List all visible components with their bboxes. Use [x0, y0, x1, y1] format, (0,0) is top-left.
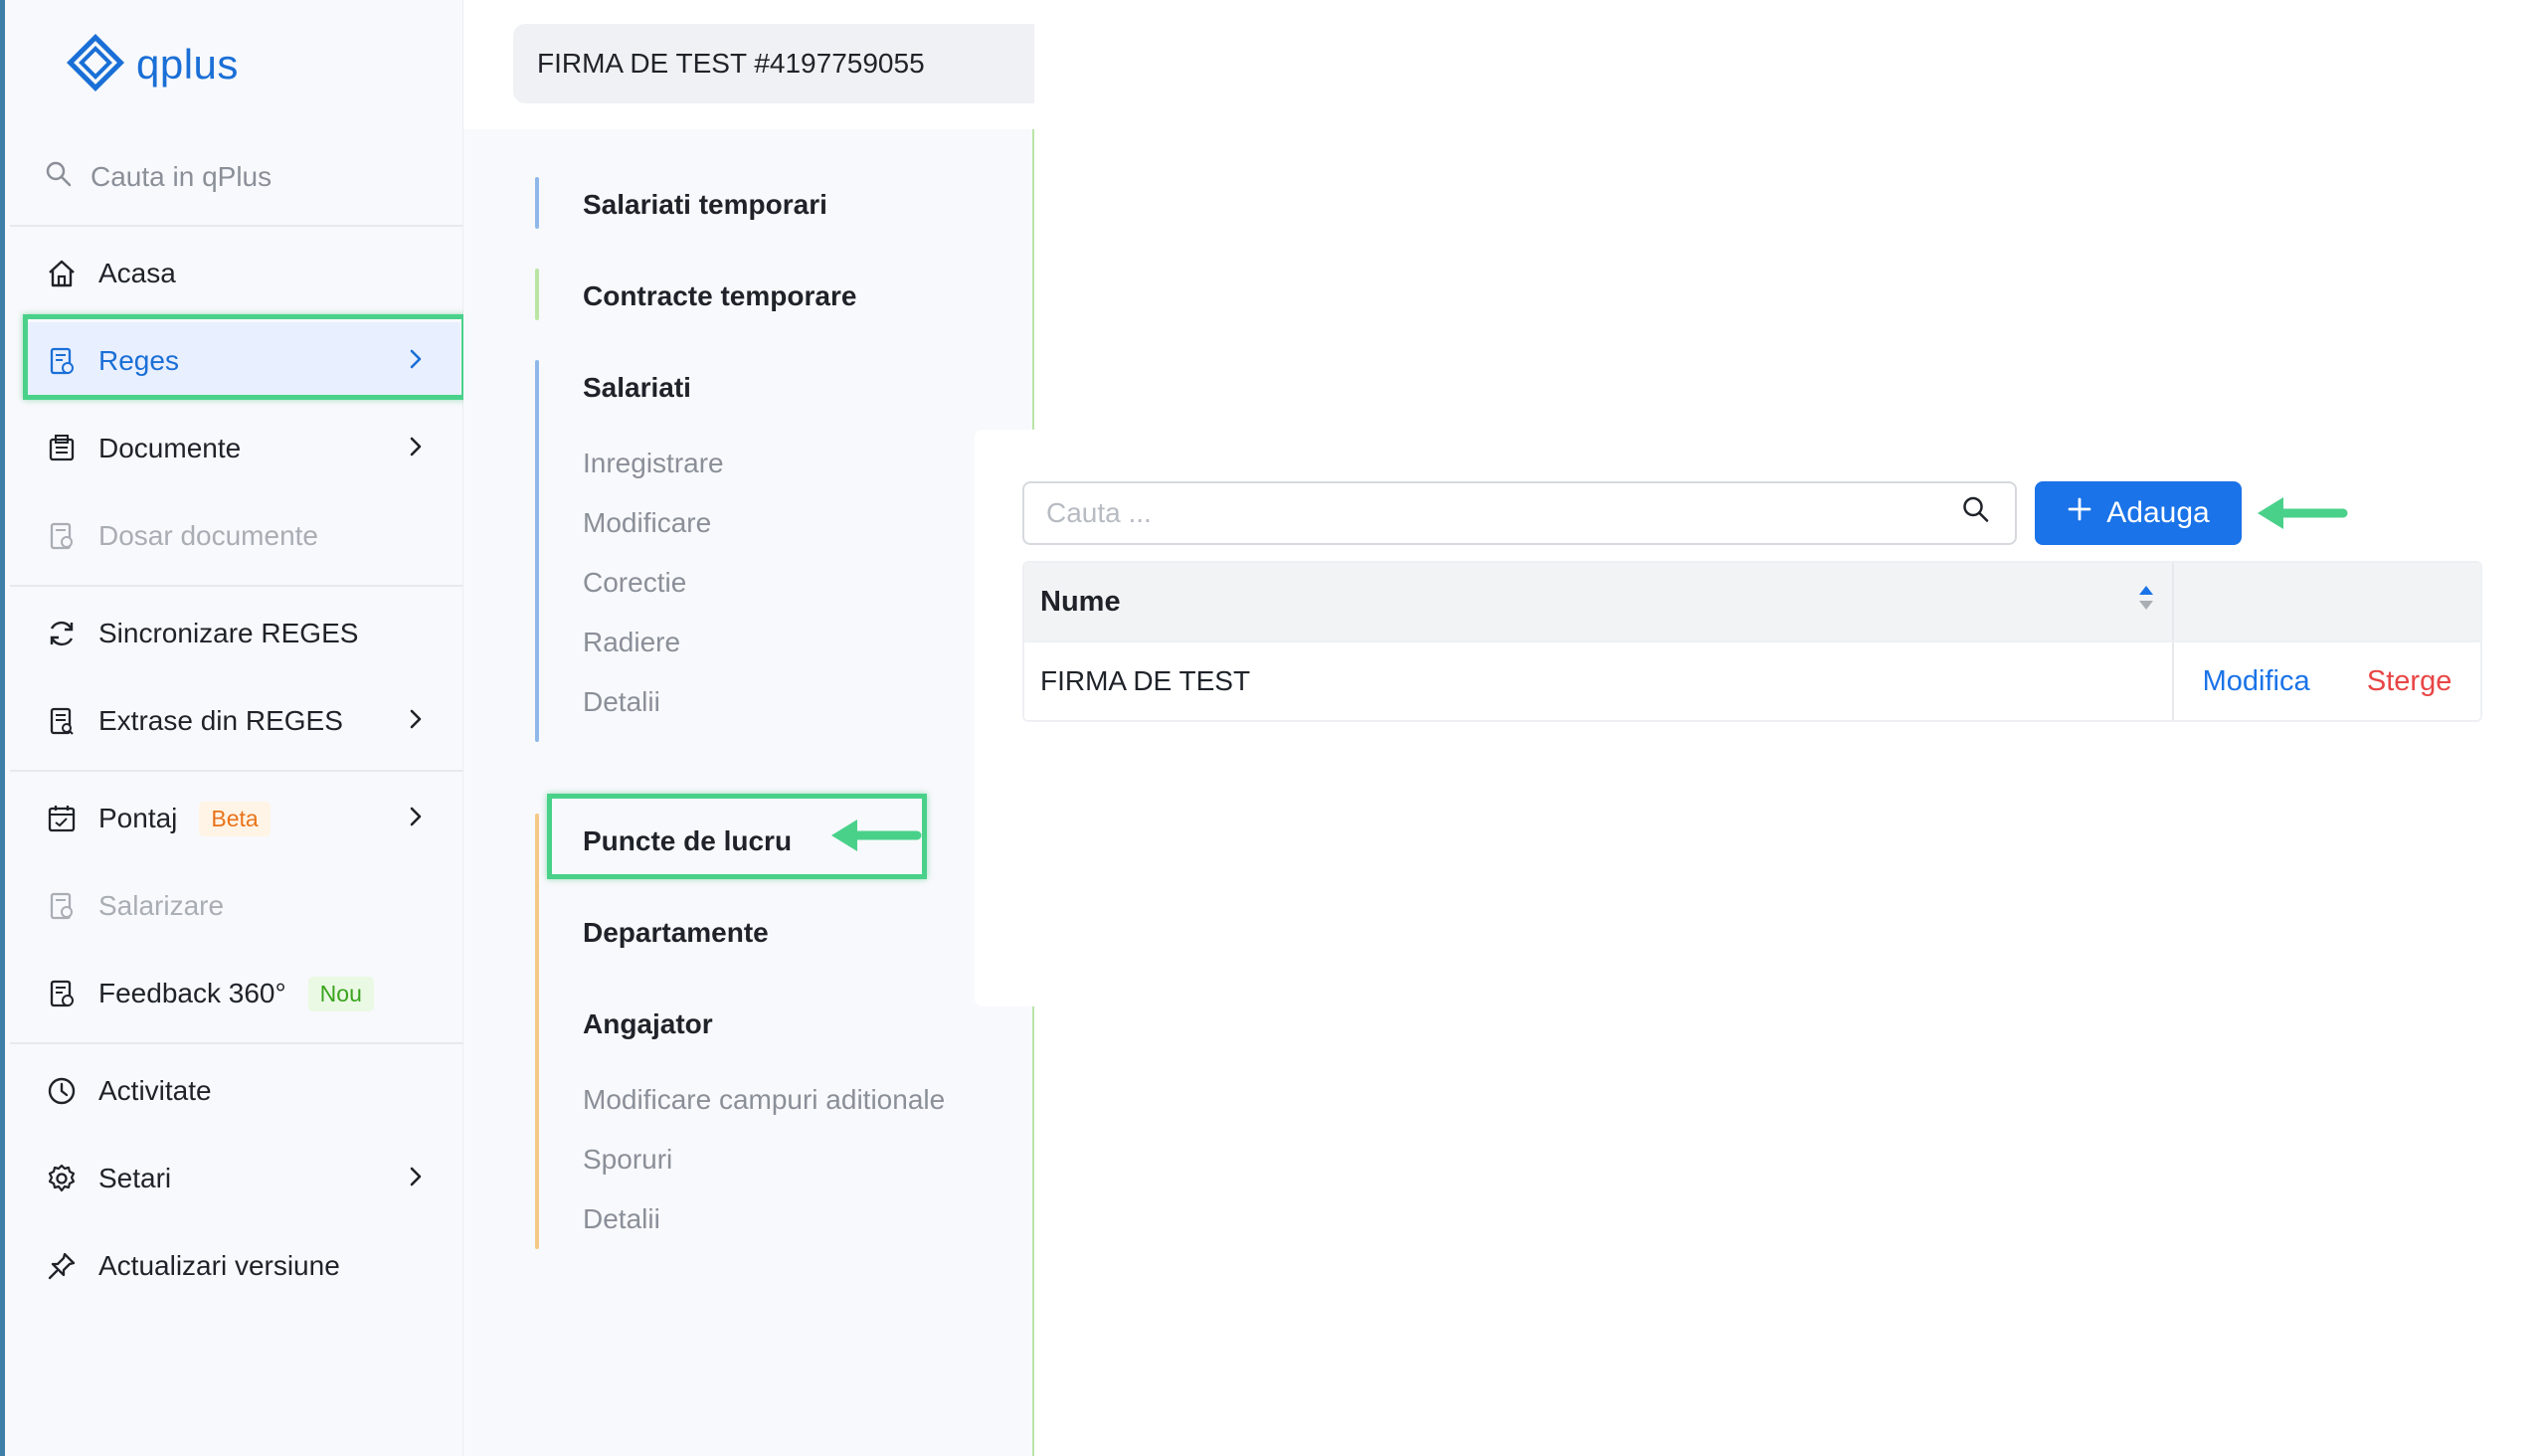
sidebar-divider	[10, 225, 467, 227]
column-header-label: Nume	[1040, 585, 1121, 618]
sidebar-item-label: Dosar documente	[98, 520, 319, 551]
app-logo[interactable]: qplus	[67, 30, 239, 99]
submenu-angajator-title: Angajator	[583, 1008, 713, 1039]
submenu-salariati-title: Salariati	[583, 372, 691, 403]
clock-icon	[45, 1074, 79, 1108]
company-selector[interactable]: FIRMA DE TEST #4197759055	[513, 24, 1034, 103]
sidebar-item-label: Documente	[98, 433, 242, 463]
reges-submenu: Salariati temporari Contracte temporare …	[463, 129, 1034, 1456]
gear-icon	[45, 1162, 79, 1195]
column-header-nume[interactable]: Nume	[1024, 563, 2172, 640]
sidebar-item-label: Reges	[98, 345, 179, 376]
chevron-right-icon	[407, 705, 425, 737]
sidebar-item-sincronizare-reges[interactable]: Sincronizare REGES	[27, 595, 460, 672]
sidebar-item-activitate[interactable]: Activitate	[27, 1052, 460, 1130]
submenu-link-corectie[interactable]: Corectie	[583, 567, 686, 599]
search-icon[interactable]	[1961, 495, 1991, 532]
delete-link[interactable]: Sterge	[2367, 665, 2451, 698]
data-table: Nume FIRMA DE TEST Modifica Sterge	[1022, 561, 2482, 722]
sidebar-item-acasa[interactable]: Acasa	[27, 235, 460, 312]
sidebar-item-label: Pontaj	[98, 803, 178, 833]
arrow-left-icon	[2258, 497, 2348, 529]
sidebar-item-pontaj[interactable]: Pontaj Beta	[27, 780, 460, 857]
content-panel: Cauta ... Adauga Nume FIRMA DE TEST Modi…	[975, 430, 2540, 1006]
submenu-puncte-de-lucru[interactable]: Puncte de lucru	[583, 825, 792, 857]
chevron-right-icon	[407, 433, 425, 464]
add-button-label: Adauga	[2106, 496, 2210, 529]
sidebar-item-label: Extrase din REGES	[98, 705, 343, 736]
sidebar-item-label: Sincronizare REGES	[98, 618, 359, 648]
submenu-link-modificare-campuri[interactable]: Modificare campuri aditionale	[583, 1084, 945, 1116]
search-icon	[45, 160, 73, 195]
chevron-right-icon	[407, 803, 425, 834]
search-placeholder: Cauta ...	[1046, 497, 1152, 528]
sidebar-search-placeholder: Cauta in qPlus	[91, 161, 272, 192]
sidebar-divider	[10, 770, 467, 772]
app-name: qplus	[136, 41, 239, 88]
search-input[interactable]: Cauta ...	[1022, 481, 2017, 545]
group-indicator	[535, 269, 539, 320]
sidebar-item-label: Feedback 360°	[98, 978, 286, 1008]
calendar-icon	[45, 802, 79, 835]
document-icon	[45, 344, 79, 378]
group-indicator	[535, 360, 539, 742]
submenu-contracte-temporare[interactable]: Contracte temporare	[583, 280, 856, 312]
logo-diamond-icon	[67, 33, 124, 96]
documents-icon	[45, 432, 79, 465]
chevron-right-icon	[407, 345, 425, 377]
sidebar-item-feedback-360[interactable]: Feedback 360° Nou	[27, 955, 460, 1032]
pin-icon	[45, 1249, 79, 1283]
submenu-link-radiere[interactable]: Radiere	[583, 627, 680, 658]
submenu-departamente[interactable]: Departamente	[583, 917, 769, 949]
report-icon	[45, 704, 79, 738]
table-row: FIRMA DE TEST Modifica Sterge	[1024, 640, 2480, 720]
company-name: FIRMA DE TEST #4197759055	[537, 48, 925, 79]
sidebar-item-extrase-din-reges[interactable]: Extrase din REGES	[27, 682, 460, 760]
submenu-link-sporuri[interactable]: Sporuri	[583, 1144, 672, 1176]
sidebar-item-salarizare[interactable]: Salarizare	[27, 867, 460, 945]
sidebar-item-documente[interactable]: Documente	[27, 410, 460, 487]
plus-icon	[2067, 496, 2092, 530]
sidebar-item-label: Acasa	[98, 258, 176, 288]
group-indicator	[535, 814, 539, 1249]
submenu-link-modificare[interactable]: Modificare	[583, 507, 711, 539]
add-button[interactable]: Adauga	[2035, 481, 2242, 545]
group-indicator	[535, 177, 539, 229]
submenu-link-detalii-angajator[interactable]: Detalii	[583, 1203, 660, 1235]
sort-icon[interactable]	[2136, 583, 2156, 621]
sidebar: qplus Cauta in qPlus Acasa Reges Documen…	[0, 0, 467, 1456]
sidebar-item-dosar-documente[interactable]: Dosar documente	[27, 497, 460, 575]
arrow-left-icon	[831, 819, 922, 851]
folder-document-icon	[45, 519, 79, 553]
sidebar-search[interactable]: Cauta in qPlus	[45, 149, 272, 205]
sidebar-item-label: Setari	[98, 1163, 172, 1193]
edit-link[interactable]: Modifica	[2203, 665, 2310, 698]
home-icon	[45, 257, 79, 290]
sidebar-item-reges[interactable]: Reges	[27, 322, 460, 400]
chevron-right-icon	[407, 1163, 425, 1194]
sidebar-item-setari[interactable]: Setari	[27, 1140, 460, 1217]
sidebar-item-label: Salarizare	[98, 890, 225, 921]
sidebar-divider	[10, 585, 467, 587]
feedback-icon	[45, 977, 79, 1010]
sidebar-item-actualizari-versiune[interactable]: Actualizari versiune	[27, 1227, 460, 1305]
payroll-icon	[45, 889, 79, 923]
beta-badge: Beta	[199, 801, 271, 836]
sidebar-divider	[10, 1042, 467, 1044]
submenu-salariati-temporari[interactable]: Salariati temporari	[583, 189, 827, 221]
new-badge: Nou	[307, 976, 374, 1011]
column-header-actions	[2172, 563, 2480, 640]
sidebar-item-label: Activitate	[98, 1075, 212, 1106]
row-actions: Modifica Sterge	[2172, 642, 2480, 720]
submenu-link-detalii-salariati[interactable]: Detalii	[583, 686, 660, 718]
row-name: FIRMA DE TEST	[1040, 665, 1251, 696]
submenu-link-inregistrare[interactable]: Inregistrare	[583, 448, 724, 479]
sync-icon	[45, 617, 79, 650]
sidebar-item-label: Actualizari versiune	[98, 1250, 340, 1281]
table-header: Nume	[1024, 563, 2480, 640]
